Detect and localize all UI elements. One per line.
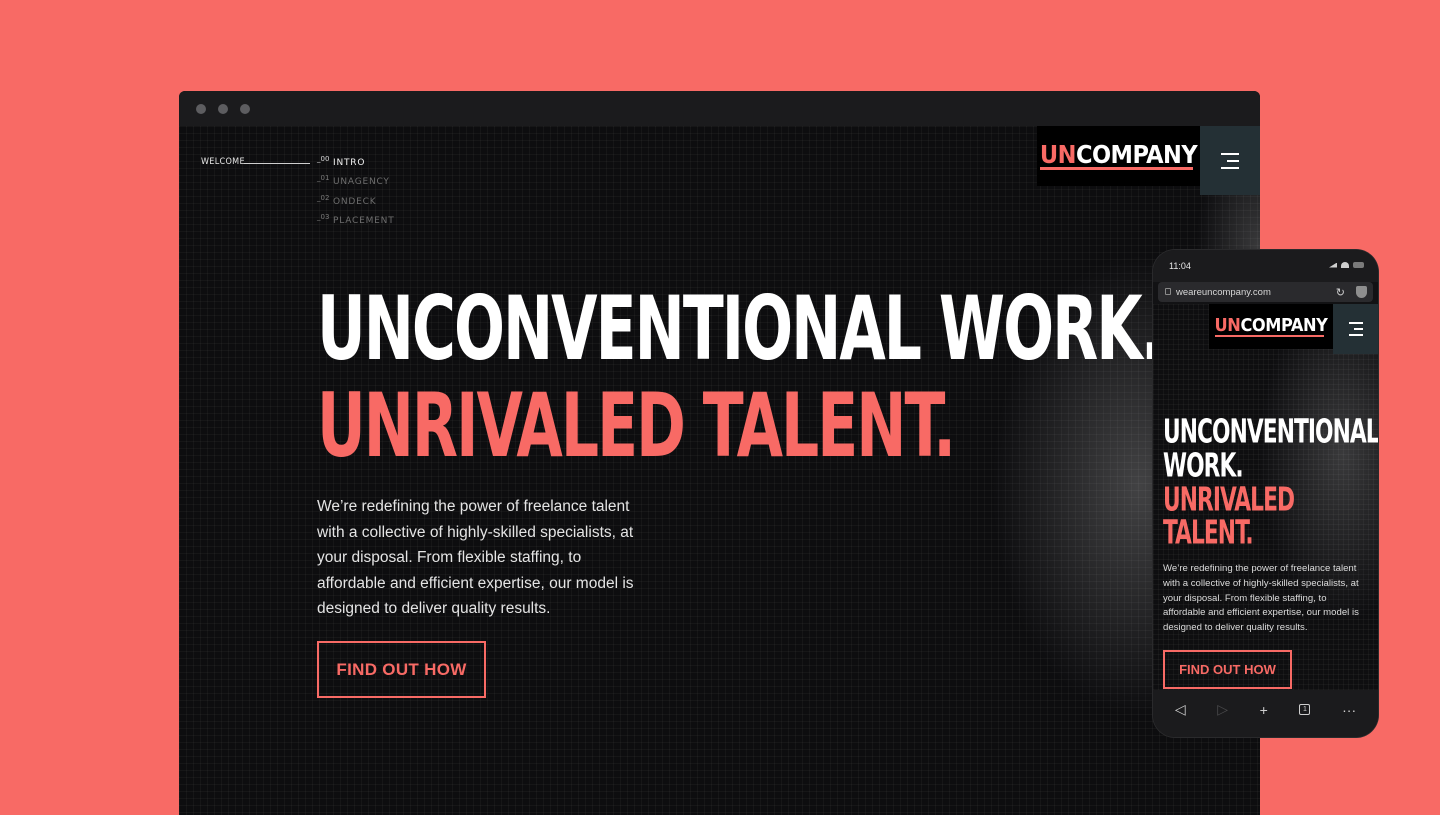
nav-item-intro[interactable]: _00 INTRO bbox=[317, 155, 395, 174]
headline-line: TALENT. bbox=[1163, 514, 1254, 552]
forward-icon[interactable]: ▷ bbox=[1217, 701, 1228, 718]
headline-line: UNCONVENTIONAL bbox=[1163, 413, 1378, 451]
find-out-how-button[interactable]: FIND OUT HOW bbox=[317, 641, 486, 698]
logo-link[interactable]: UNCOMPANY bbox=[1037, 126, 1200, 186]
mobile-hero: UNCOMPANY UNCONVENTIONAL WORK. UNRIVALED… bbox=[1153, 304, 1378, 690]
nav-number: _03 bbox=[317, 212, 330, 221]
battery-icon bbox=[1353, 262, 1364, 268]
uncompany-logo: UNCOMPANY bbox=[1039, 140, 1198, 170]
url-text: weareuncompany.com bbox=[1176, 286, 1271, 298]
hero-description: We’re redefining the power of freelance … bbox=[317, 498, 634, 618]
nav-label: ONDECK bbox=[333, 196, 377, 207]
address-bar[interactable]: weareuncompany.com ↻ bbox=[1158, 282, 1373, 302]
browser-toolbar: ◁ ▷ + 1 ··· bbox=[1153, 690, 1378, 737]
back-icon[interactable]: ◁ bbox=[1175, 701, 1186, 718]
welcome-label: WELCOME bbox=[201, 157, 245, 167]
headline-line: UNRIVALED bbox=[1163, 481, 1295, 519]
status-time: 11:04 bbox=[1169, 261, 1191, 271]
nav-number: _01 bbox=[317, 174, 330, 183]
hero-section: WELCOME _00 INTRO _01 UNAGENCY _02 ONDEC… bbox=[179, 126, 1260, 815]
menu-button[interactable] bbox=[1333, 304, 1378, 354]
logo-underline bbox=[1214, 334, 1325, 337]
menu-button[interactable] bbox=[1200, 126, 1260, 195]
window-titlebar bbox=[179, 91, 1260, 126]
nav-item-placement[interactable]: _03 PLACEMENT bbox=[317, 213, 395, 232]
nav-label: INTRO bbox=[333, 158, 366, 168]
headline-line: WORK. bbox=[1163, 447, 1244, 485]
signal-icon bbox=[1329, 262, 1337, 268]
nav-label: PLACEMENT bbox=[333, 215, 395, 226]
window-minimize-dot[interactable] bbox=[218, 104, 228, 114]
window-zoom-dot[interactable] bbox=[240, 104, 250, 114]
hamburger-icon bbox=[1221, 152, 1239, 170]
logo-link[interactable]: UNCOMPANY bbox=[1209, 304, 1333, 349]
tabs-icon[interactable]: 1 bbox=[1299, 704, 1311, 715]
logo-un: UN bbox=[1039, 140, 1077, 169]
more-icon[interactable]: ··· bbox=[1342, 702, 1356, 718]
reload-icon[interactable]: ↻ bbox=[1336, 286, 1345, 299]
headline-accent: UNRIVALED TALENT. bbox=[317, 375, 956, 478]
uncompany-logo: UNCOMPANY bbox=[1214, 314, 1328, 337]
status-bar: 11:04 bbox=[1153, 250, 1378, 282]
headline-primary: UNCONVENTIONAL WORK. bbox=[317, 278, 1164, 381]
find-out-how-button[interactable]: FIND OUT HOW bbox=[1163, 650, 1292, 689]
logo-un: UN bbox=[1214, 314, 1241, 336]
status-icons bbox=[1329, 262, 1364, 268]
mobile-device: 11:04 weareuncompany.com ↻ UNCOMPANY UNC… bbox=[1153, 250, 1378, 737]
new-tab-icon[interactable]: + bbox=[1260, 702, 1268, 718]
nav-number: _02 bbox=[317, 193, 330, 202]
window-close-dot[interactable] bbox=[196, 104, 206, 114]
nav-label: UNAGENCY bbox=[333, 177, 390, 188]
hero-description: We’re redefining the power of freelance … bbox=[1163, 563, 1359, 634]
welcome-divider bbox=[244, 163, 310, 164]
logo-company: COMPANY bbox=[1240, 314, 1328, 336]
shield-icon[interactable] bbox=[1356, 286, 1367, 298]
lock-icon bbox=[1165, 288, 1171, 295]
nav-number: _00 bbox=[317, 155, 330, 163]
desktop-browser-window: WELCOME _00 INTRO _01 UNAGENCY _02 ONDEC… bbox=[179, 91, 1260, 815]
section-nav: _00 INTRO _01 UNAGENCY _02 ONDECK _03 PL… bbox=[317, 155, 395, 232]
logo-underline bbox=[1039, 167, 1194, 170]
wifi-icon bbox=[1341, 262, 1349, 268]
nav-item-ondeck[interactable]: _02 ONDECK bbox=[317, 194, 395, 213]
nav-item-unagency[interactable]: _01 UNAGENCY bbox=[317, 174, 395, 193]
hamburger-icon bbox=[1348, 322, 1363, 336]
logo-company: COMPANY bbox=[1075, 140, 1198, 169]
